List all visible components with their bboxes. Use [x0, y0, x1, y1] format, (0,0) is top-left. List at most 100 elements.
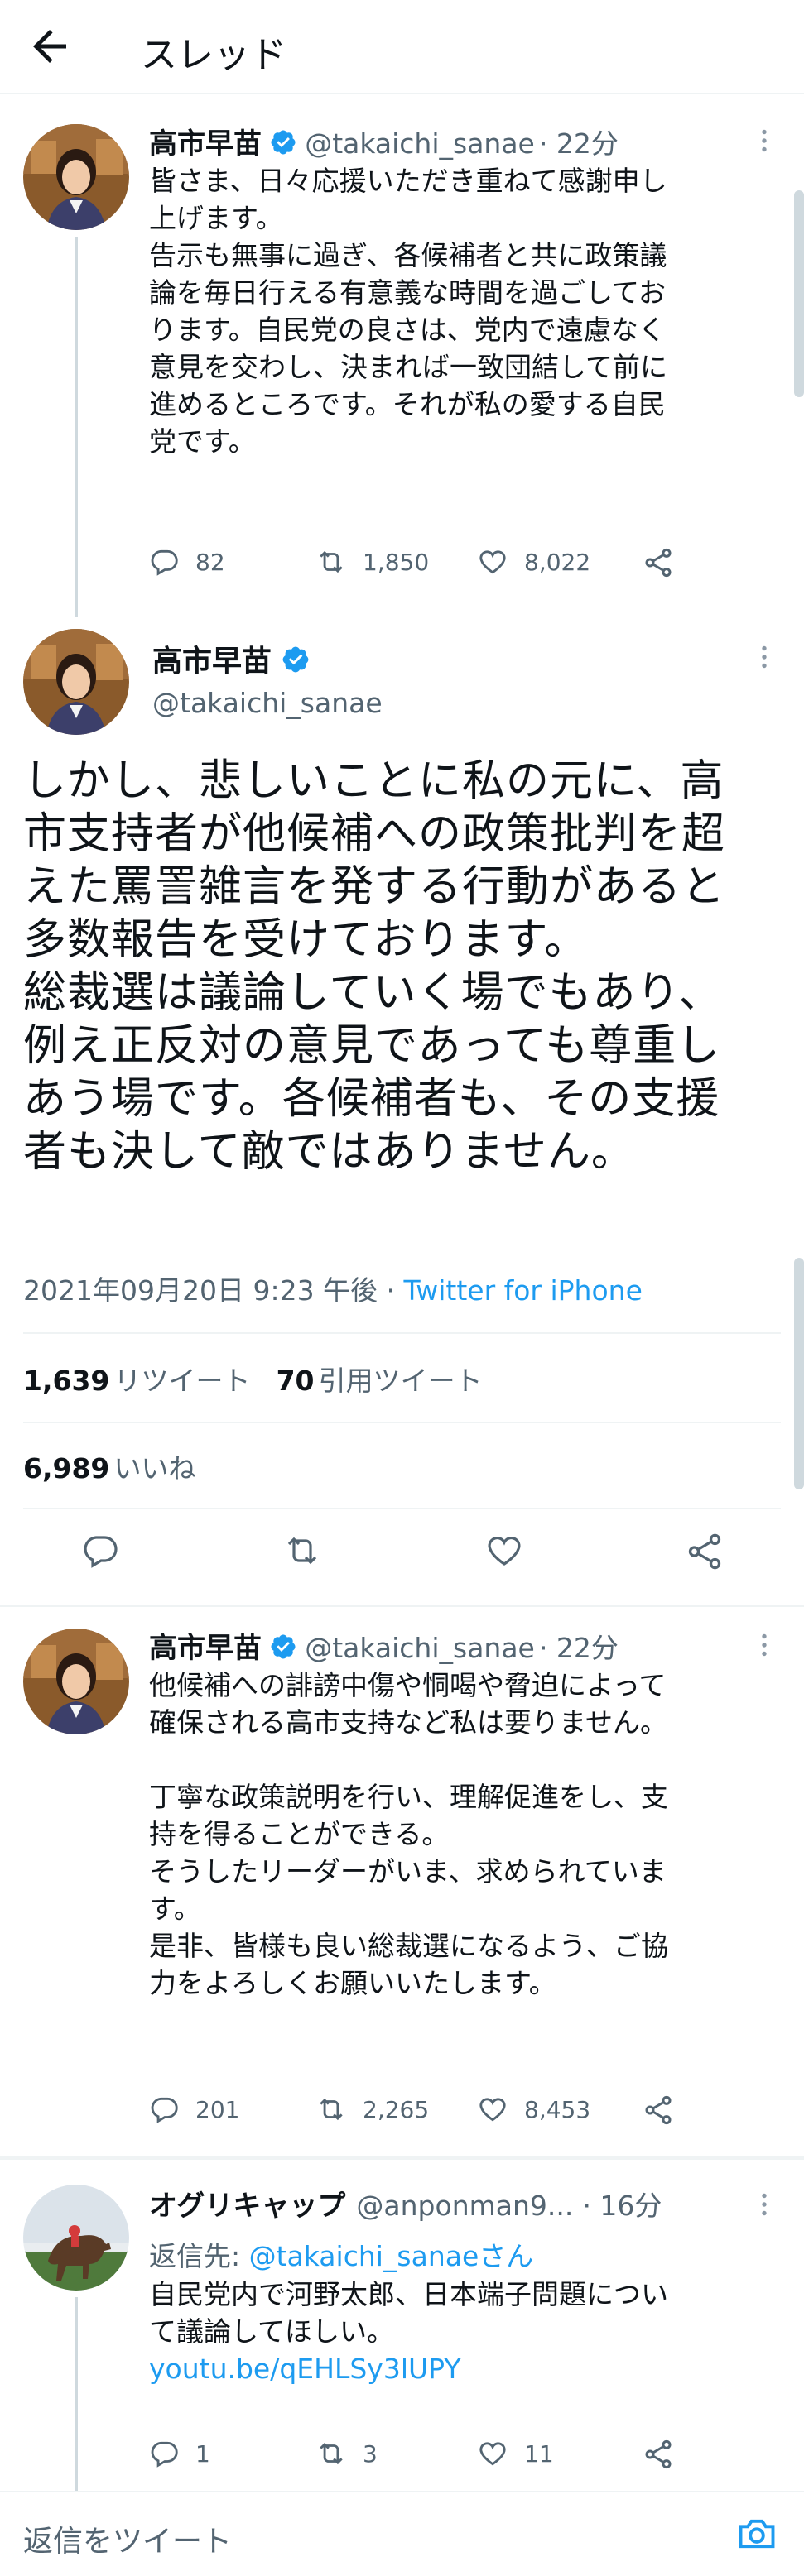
- tweet-text: 皆さま、日々応援いただき重ねて感謝申し 上げます。 告示も無事に過ぎ、各候補者と…: [149, 162, 778, 460]
- heart-icon: [479, 550, 506, 574]
- main-tweet-text: しかし、悲しいことに私の元に、高 市支持者が他候補への政策批判を超 えた罵詈雑言…: [23, 755, 793, 1178]
- tweet-line: 持を得ることができる。: [149, 1818, 450, 1850]
- like-button[interactable]: 11: [476, 2438, 554, 2469]
- reply-compose-bar: 返信をツイート: [0, 2491, 804, 2576]
- share-icon[interactable]: [642, 2094, 675, 2130]
- reply-to-handle[interactable]: @takaichi_sanaeさん: [249, 2240, 534, 2272]
- top-bar: スレッド: [0, 0, 804, 94]
- display-name: 高市早苗: [152, 645, 272, 679]
- handle[interactable]: @takaichi_sanae: [305, 127, 535, 160]
- more-options-icon[interactable]: [749, 642, 779, 675]
- retweet-total: 1,639: [23, 1365, 110, 1397]
- tweet-line: あう場です。各候補者も、その支援: [23, 1074, 720, 1124]
- tweet-line: ります。自民党の良さは、党内で遠慮なく: [149, 314, 666, 346]
- retweet-button[interactable]: 1,850: [315, 546, 429, 578]
- scrollbar-thumb[interactable]: [794, 190, 804, 397]
- camera-icon[interactable]: [735, 2512, 778, 2559]
- engagement-stats: 1,639 リツイート 70 引用ツイート: [23, 1359, 483, 1398]
- quote-total: 70: [276, 1365, 315, 1397]
- display-name[interactable]: オグリキャップ: [149, 2190, 345, 2223]
- tweet-datetime[interactable]: 2021年09月20日 9:23 午後 ·: [23, 1274, 404, 1307]
- more-options-icon[interactable]: [749, 2190, 779, 2223]
- tweet-source[interactable]: Twitter for iPhone: [404, 1274, 643, 1307]
- reply-button[interactable]: 1: [149, 2438, 210, 2469]
- like-total: 6,989: [23, 1452, 110, 1485]
- tweet-line: 例え正反対の意見であっても尊重し: [23, 1021, 721, 1071]
- retweet-count: 1,850: [363, 548, 430, 576]
- reply-input[interactable]: 返信をツイート: [23, 2517, 232, 2560]
- tweet-line: 確保される高市支持など私は要りません。: [149, 1706, 668, 1739]
- tweet-text: 他候補への誹謗中傷や恫喝や脅迫によって 確保される高市支持など私は要りません。 …: [149, 1667, 778, 2002]
- retweet-icon[interactable]: [282, 1531, 323, 1574]
- reply-count: 82: [195, 548, 225, 576]
- tweet-line: そうしたリーダーがいま、求められていま: [149, 1855, 667, 1888]
- like-button[interactable]: 8,453: [476, 2094, 590, 2125]
- display-name[interactable]: 高市早苗: [149, 127, 262, 161]
- back-arrow-icon[interactable]: [25, 22, 75, 71]
- reply-count: 201: [195, 2095, 240, 2123]
- retweets-stat[interactable]: 1,639 リツイート: [23, 1365, 250, 1397]
- more-options-icon[interactable]: [749, 1630, 779, 1663]
- verified-badge-icon: [269, 1633, 297, 1664]
- handle[interactable]: @takaichi_sanae: [152, 687, 383, 719]
- handle[interactable]: @anponman9...: [356, 2190, 573, 2222]
- avatar[interactable]: [23, 629, 129, 735]
- likes-stat[interactable]: 6,989 いいね: [23, 1446, 195, 1486]
- page-title: スレッド: [141, 34, 286, 76]
- like-count: 8,022: [524, 548, 591, 576]
- retweet-button[interactable]: 2,265: [315, 2094, 429, 2125]
- tweet-line: 論を毎日行える有意義な時間を過ごしてお: [149, 276, 667, 309]
- like-button[interactable]: 8,022: [476, 546, 590, 578]
- quotes-stat[interactable]: 70 引用ツイート: [277, 1365, 483, 1397]
- tweet-link[interactable]: youtu.be/qEHLSy3lUPY: [149, 2350, 778, 2387]
- main-action-bar: [0, 1531, 804, 1581]
- scrollbar-thumb-lower[interactable]: [794, 1258, 804, 1489]
- divider: [0, 2156, 804, 2160]
- display-name[interactable]: 高市早苗: [149, 1632, 262, 1665]
- tweet-line: す。: [149, 1892, 201, 1925]
- retweet-icon: [320, 2098, 343, 2121]
- tweet-line: 力をよろしくお願いいたします。: [149, 1967, 556, 1999]
- tweet-meta: 2021年09月20日 9:23 午後 · Twitter for iPhone: [23, 1269, 643, 1308]
- retweet-count: 2,265: [363, 2095, 430, 2123]
- like-label: いいね: [113, 1452, 196, 1485]
- reply-icon: [151, 549, 178, 576]
- share-icon[interactable]: [642, 2438, 675, 2474]
- avatar[interactable]: [23, 2185, 129, 2291]
- action-bar: 201 2,265 8,453: [149, 2094, 729, 2130]
- tweet-line: 多数報告を受けております。: [23, 915, 589, 965]
- action-bar: 82 1,850 8,022: [149, 546, 729, 583]
- avatar[interactable]: [23, 124, 129, 230]
- tweet-text: 自民党内で河野太郎、日本端子問題につい て議論してほしい。 youtu.be/q…: [149, 2276, 778, 2387]
- reply-button[interactable]: 201: [149, 2094, 239, 2125]
- tweet-line: 自民党内で河野太郎、日本端子問題につい: [149, 2278, 668, 2310]
- share-icon[interactable]: [642, 546, 675, 583]
- more-options-icon[interactable]: [749, 126, 779, 159]
- timestamp[interactable]: · 22分: [539, 127, 619, 160]
- main-tweet-author[interactable]: 高市早苗: [152, 637, 311, 680]
- quote-label: 引用ツイート: [318, 1365, 483, 1397]
- handle[interactable]: @takaichi_sanae: [305, 1632, 535, 1664]
- tweet-line: えた罵詈雑言を発する行動があると: [23, 862, 726, 912]
- retweet-label: リツイート: [113, 1365, 251, 1397]
- timestamp[interactable]: · 16分: [582, 2190, 662, 2222]
- verified-badge-icon: [281, 645, 311, 678]
- tweet-line: 市支持者が他候補への政策批判を超: [23, 809, 726, 859]
- verified-badge-icon: [269, 128, 297, 160]
- avatar[interactable]: [23, 1629, 129, 1734]
- tweet-line: 進めるところです。それが私の愛する自民: [149, 388, 666, 420]
- tweet-line: て議論してほしい。: [149, 2315, 395, 2348]
- tweet-line: 意見を交わし、決まれば一致団結して前に: [149, 351, 668, 383]
- reply-icon[interactable]: [81, 1531, 121, 1574]
- share-icon[interactable]: [684, 1531, 725, 1576]
- timestamp[interactable]: · 22分: [539, 1632, 619, 1664]
- reply-button[interactable]: 82: [149, 546, 225, 578]
- tweet-header: 高市早苗 @takaichi_sanae · 22分: [149, 1625, 762, 1666]
- retweet-button[interactable]: 3: [315, 2438, 378, 2469]
- tweet-line: [149, 1741, 778, 1778]
- tweet-header: 高市早苗 @takaichi_sanae · 22分: [149, 121, 762, 161]
- heart-icon[interactable]: [484, 1531, 525, 1574]
- like-count: 8,453: [524, 2095, 591, 2123]
- heart-icon: [479, 2442, 506, 2466]
- reply-to: 返信先: @takaichi_sanaeさん: [149, 2234, 533, 2274]
